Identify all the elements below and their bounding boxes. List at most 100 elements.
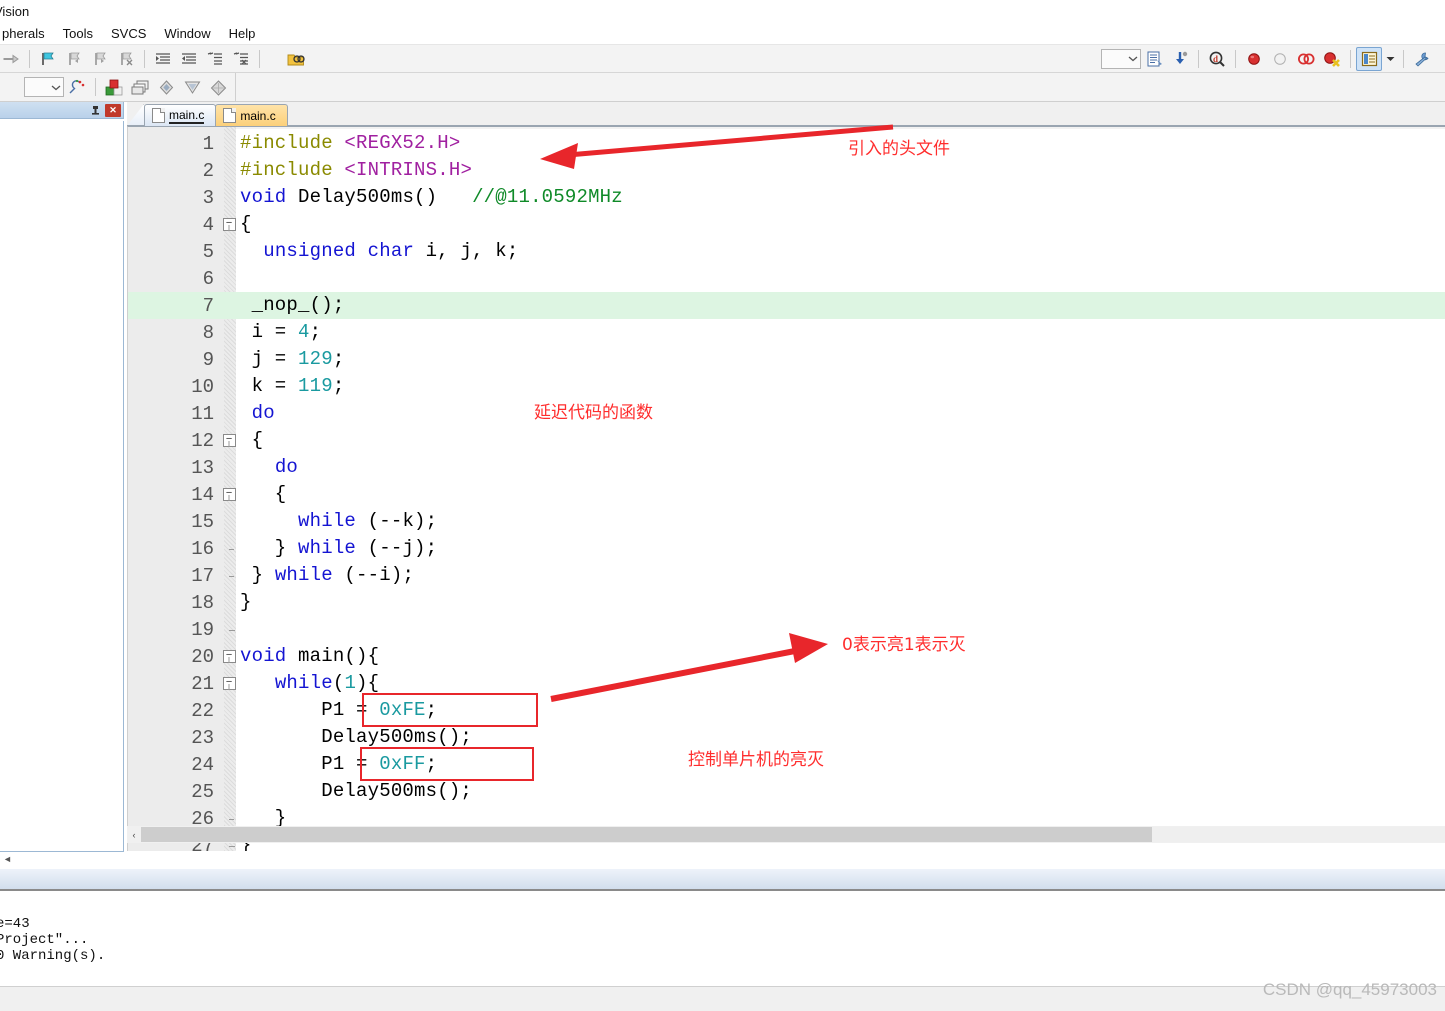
code-text[interactable]: P1 = 0xFE; (240, 697, 437, 724)
download-to-flash-icon[interactable] (1167, 47, 1193, 71)
code-text[interactable]: while (--k); (240, 508, 437, 535)
code-text[interactable]: _nop_(); (240, 292, 345, 319)
code-line[interactable]: 13 do (128, 454, 1445, 481)
main-toolbar[interactable]: d (0, 44, 1445, 73)
fold-marker[interactable]: − (218, 488, 240, 501)
code-text[interactable]: } while (--j); (240, 535, 437, 562)
next-bookmark-icon[interactable] (87, 47, 113, 71)
code-line[interactable]: 18} (128, 589, 1445, 616)
insert-breakpoint-icon[interactable] (1241, 47, 1267, 71)
outdent-selection-icon[interactable] (176, 47, 202, 71)
build-toolbar[interactable] (0, 73, 1445, 102)
code-line[interactable]: 1 #include <REGX52.H> (128, 130, 1445, 157)
target-options-icon[interactable] (64, 75, 90, 99)
code-text[interactable]: k = 119; (240, 373, 345, 400)
translate-file-icon[interactable] (179, 75, 205, 99)
code-view[interactable]: 1 #include <REGX52.H> 2 #include <INTRINS.H… (127, 126, 1445, 851)
configure-target-icon[interactable] (1141, 47, 1167, 71)
project-window-icon[interactable] (1356, 46, 1382, 71)
code-line[interactable]: 19 (128, 616, 1445, 643)
scroll-left-arrow-icon[interactable]: ‹ (127, 827, 141, 842)
code-line[interactable]: 16 } while (--j); (128, 535, 1445, 562)
scrollbar-thumb[interactable] (141, 827, 1152, 842)
disable-breakpoint-icon[interactable] (1267, 47, 1293, 71)
stop-build-icon[interactable] (205, 75, 231, 99)
disable-all-breakpoints-icon[interactable] (1293, 47, 1319, 71)
prev-bookmark-icon[interactable] (61, 47, 87, 71)
code-line[interactable]: 17 } while (--i); (128, 562, 1445, 589)
insert-bookmark-icon[interactable] (35, 47, 61, 71)
menu-item-tools[interactable]: Tools (54, 24, 102, 43)
code-text[interactable]: void main(){ (240, 643, 379, 670)
build-output-pane[interactable]: e=43 Project"... 0 Warning(s). (0, 892, 1445, 986)
code-line[interactable]: 14− { (128, 481, 1445, 508)
project-window-dropdown-icon[interactable] (1382, 47, 1398, 71)
rebuild-all-icon[interactable] (127, 75, 153, 99)
comment-selection-icon[interactable] (202, 47, 228, 71)
build-target-icon[interactable] (101, 75, 127, 99)
code-text[interactable]: } (240, 589, 252, 616)
scrollbar-track[interactable] (141, 827, 1445, 842)
fold-marker[interactable]: − (218, 218, 240, 231)
project-panel-tabs[interactable]: ◄ (0, 852, 124, 866)
pane-splitter[interactable] (0, 868, 1445, 891)
fold-marker[interactable]: − (218, 650, 240, 663)
code-line[interactable]: 24 P1 = 0xFF; (128, 751, 1445, 778)
code-text[interactable]: while(1){ (240, 670, 379, 697)
close-icon[interactable]: ✕ (105, 103, 121, 117)
find-in-files-icon[interactable] (283, 47, 309, 71)
code-line[interactable]: 3 void Delay500ms() //@11.0592MHz (128, 184, 1445, 211)
code-line[interactable]: 12− { (128, 427, 1445, 454)
code-text[interactable]: #include <INTRINS.H> (240, 157, 472, 184)
code-line[interactable]: 8 i = 4; (128, 319, 1445, 346)
code-text[interactable]: Delay500ms(); (240, 778, 472, 805)
project-tree[interactable] (0, 121, 124, 852)
target-select-dropdown-icon[interactable] (24, 77, 64, 97)
code-lines[interactable]: 1 #include <REGX52.H> 2 #include <INTRINS.H… (128, 127, 1445, 851)
code-text[interactable]: do (240, 454, 298, 481)
code-text[interactable]: i = 4; (240, 319, 321, 346)
menu-item-help[interactable]: Help (220, 24, 265, 43)
uncomment-selection-icon[interactable] (228, 47, 254, 71)
dropdown-arrow-icon[interactable] (1101, 48, 1141, 69)
menu-bar[interactable]: pherals Tools SVCS Window Help (0, 22, 1445, 44)
indent-selection-icon[interactable] (150, 47, 176, 71)
start-debug-session-icon[interactable]: d (1204, 47, 1230, 71)
code-text[interactable]: void Delay500ms() //@11.0592MHz (240, 184, 623, 211)
fold-marker[interactable]: − (218, 434, 240, 447)
code-line[interactable]: 25 Delay500ms(); (128, 778, 1445, 805)
code-text[interactable]: P1 = 0xFF; (240, 751, 437, 778)
editor-tab-main-c-2[interactable]: main.c (215, 104, 288, 126)
code-text[interactable]: } while (--i); (240, 562, 414, 589)
chevron-left-icon[interactable]: ◄ (0, 854, 12, 864)
code-line[interactable]: 11 do (128, 400, 1445, 427)
configure-icon[interactable] (1409, 47, 1435, 71)
code-text[interactable]: Delay500ms(); (240, 724, 472, 751)
code-line[interactable]: 6 (128, 265, 1445, 292)
code-line[interactable]: 21− while(1){ (128, 670, 1445, 697)
editor-tab-strip[interactable]: main.c main.c (127, 102, 1445, 126)
code-text[interactable]: { (240, 427, 263, 454)
code-line[interactable]: 7 _nop_(); (128, 292, 1445, 319)
code-text[interactable]: do (240, 400, 275, 427)
step-out-arrow-icon[interactable] (0, 47, 24, 71)
code-line[interactable]: 2 #include <INTRINS.H> (128, 157, 1445, 184)
code-line[interactable]: 20−void main(){ (128, 643, 1445, 670)
code-text[interactable]: { (240, 211, 252, 238)
menu-item-window[interactable]: Window (155, 24, 219, 43)
editor-tab-main-c-1[interactable]: main.c (144, 104, 217, 126)
kill-all-breakpoints-icon[interactable] (1319, 47, 1345, 71)
code-line[interactable]: 9 j = 129; (128, 346, 1445, 373)
code-line[interactable]: 5 unsigned char i, j, k; (128, 238, 1445, 265)
code-text[interactable]: #include <REGX52.H> (240, 130, 460, 157)
pin-icon[interactable] (89, 104, 102, 117)
code-text[interactable]: { (240, 481, 286, 508)
fold-marker[interactable]: − (218, 677, 240, 690)
code-text[interactable]: unsigned char i, j, k; (240, 238, 518, 265)
code-line[interactable]: 4−{ (128, 211, 1445, 238)
horizontal-scrollbar[interactable]: ‹ (127, 826, 1445, 843)
code-line[interactable]: 15 while (--k); (128, 508, 1445, 535)
code-text[interactable]: j = 129; (240, 346, 345, 373)
menu-item-svcs[interactable]: SVCS (102, 24, 155, 43)
code-line[interactable]: 23 Delay500ms(); (128, 724, 1445, 751)
